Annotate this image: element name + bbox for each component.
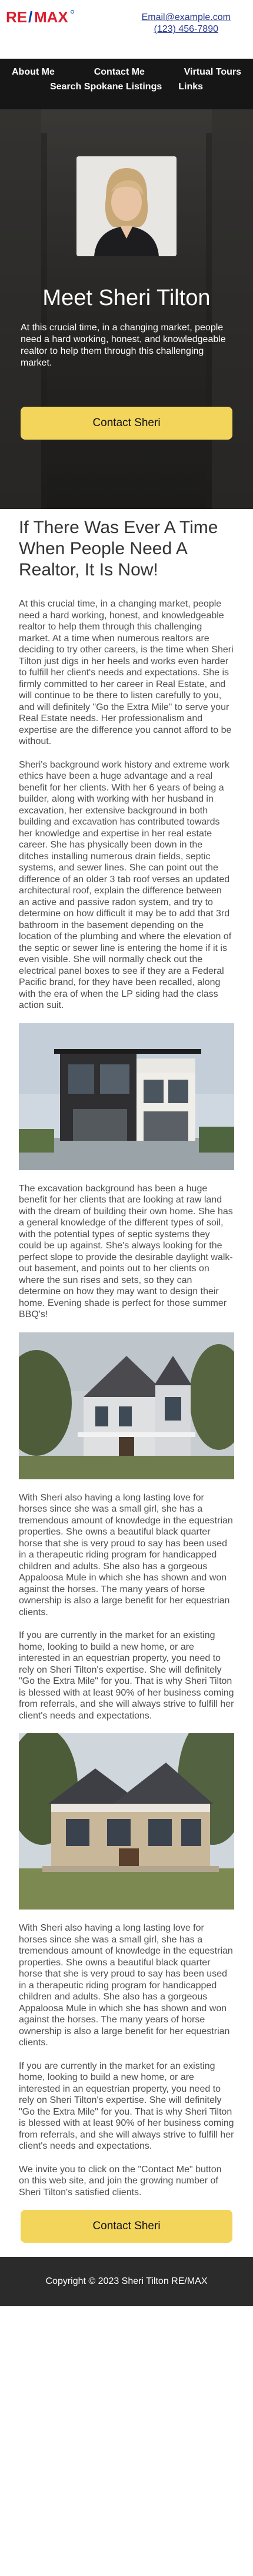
- svg-text:MAX: MAX: [34, 8, 68, 26]
- nav-virtual-tours[interactable]: Virtual Tours: [184, 67, 241, 78]
- main-content: If There Was Ever A Time When People Nee…: [0, 509, 253, 2198]
- paragraph-equestrian-2: With Sheri also having a long lasting lo…: [19, 1923, 233, 2048]
- paragraph-market-2: If you are currently in the market for a…: [19, 2061, 234, 2152]
- paragraph-invite: We invite you to click on the "Contact M…: [19, 2164, 222, 2198]
- main-heading: If There Was Ever A Time When People Nee…: [19, 518, 218, 579]
- footer: Copyright © 2023 Sheri Tilton RE/MAX: [0, 2257, 253, 2306]
- remax-logo[interactable]: RE / MAX: [6, 8, 75, 26]
- nav-search-listings[interactable]: Search Spokane Listings: [50, 82, 162, 92]
- hero-title: Meet Sheri Tilton: [42, 286, 211, 310]
- paragraph-market: If you are currently in the market for a…: [19, 1630, 234, 1721]
- victorian-house-photo: [19, 1332, 234, 1479]
- paragraph-excavation: The excavation background has been a hug…: [19, 1183, 233, 1320]
- copyright-text: Copyright © 2023 Sheri Tilton RE/MAX: [45, 2276, 208, 2286]
- modern-house-photo: [19, 1023, 234, 1170]
- phone-link[interactable]: (123) 456-7890: [142, 24, 231, 35]
- paragraph-background: Sheri's background work history and extr…: [19, 759, 232, 1011]
- nav-contact[interactable]: Contact Me: [94, 67, 145, 78]
- contact-sheri-bottom-button[interactable]: Contact Sheri: [21, 2210, 232, 2243]
- main-nav: About Me Contact Me Virtual Tours Search…: [0, 59, 253, 109]
- portrait-photo: [76, 156, 177, 256]
- nav-about[interactable]: About Me: [12, 67, 55, 78]
- hero-intro-text: At this crucial time, in a changing mark…: [21, 323, 226, 368]
- svg-text:/: /: [28, 8, 32, 26]
- top-bar: RE / MAX Email@example.com (123) 456-789…: [0, 0, 253, 59]
- svg-text:RE: RE: [6, 8, 27, 26]
- contact-sheri-button[interactable]: Contact Sheri: [21, 407, 232, 440]
- nav-links[interactable]: Links: [178, 82, 203, 92]
- paragraph-equestrian: With Sheri also having a long lasting lo…: [19, 1492, 233, 1617]
- hero: Meet Sheri Tilton At this crucial time, …: [0, 109, 253, 509]
- contact-info: Email@example.com (123) 456-7890: [142, 12, 231, 35]
- paragraph-intro: At this crucial time, in a changing mark…: [19, 599, 234, 746]
- stone-house-photo: [19, 1733, 234, 1910]
- email-link[interactable]: Email@example.com: [142, 12, 231, 24]
